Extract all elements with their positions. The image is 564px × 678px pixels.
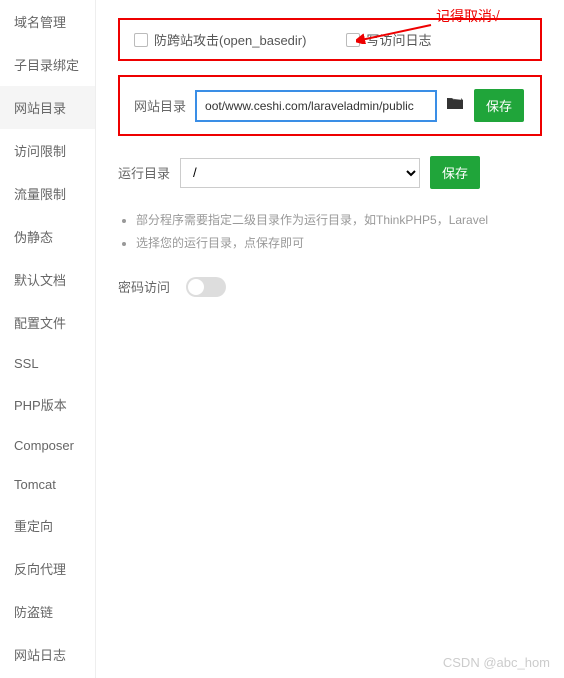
annotation-text: 记得取消√ — [436, 6, 500, 26]
checkbox-icon[interactable] — [134, 33, 148, 47]
site-dir-input[interactable] — [196, 91, 436, 121]
sidebar-item-proxy[interactable]: 反向代理 — [0, 547, 95, 590]
save-site-dir-button[interactable]: 保存 — [474, 89, 524, 122]
sidebar-item-config[interactable]: 配置文件 — [0, 301, 95, 344]
sidebar-item-tomcat[interactable]: Tomcat — [0, 465, 95, 504]
note-item: 选择您的运行目录，点保存即可 — [136, 232, 542, 255]
run-dir-row: 运行目录 / 保存 — [118, 156, 542, 189]
sidebar: 域名管理 子目录绑定 网站目录 访问限制 流量限制 伪静态 默认文档 配置文件 … — [0, 0, 96, 678]
password-access-label: 密码访问 — [118, 277, 170, 296]
open-basedir-label: 防跨站攻击(open_basedir) — [154, 30, 306, 49]
access-log-label: 写访问日志 — [366, 30, 431, 49]
sidebar-item-sitelog[interactable]: 网站日志 — [0, 633, 95, 676]
sidebar-item-antileech[interactable]: 防盗链 — [0, 590, 95, 633]
main-panel: 记得取消√ 防跨站攻击(open_basedir) 写访问日志 网站目录 保存 — [96, 0, 564, 678]
note-item: 部分程序需要指定二级目录作为运行目录，如ThinkPHP5，Laravel — [136, 209, 542, 232]
sidebar-item-access-limit[interactable]: 访问限制 — [0, 129, 95, 172]
watermark: CSDN @abc_hom — [443, 655, 550, 670]
checkbox-icon[interactable] — [346, 33, 360, 47]
sidebar-item-default-doc[interactable]: 默认文档 — [0, 258, 95, 301]
sidebar-item-rewrite[interactable]: 伪静态 — [0, 215, 95, 258]
run-dir-select[interactable]: / — [180, 158, 420, 188]
sidebar-item-domain[interactable]: 域名管理 — [0, 0, 95, 43]
folder-icon[interactable] — [446, 96, 464, 115]
run-dir-label: 运行目录 — [118, 163, 170, 182]
notes-list: 部分程序需要指定二级目录作为运行目录，如ThinkPHP5，Laravel 选择… — [118, 209, 542, 255]
site-dir-label: 网站目录 — [134, 96, 186, 115]
sidebar-item-redirect[interactable]: 重定向 — [0, 504, 95, 547]
save-run-dir-button[interactable]: 保存 — [430, 156, 480, 189]
sidebar-item-composer[interactable]: Composer — [0, 426, 95, 465]
sidebar-item-subdir[interactable]: 子目录绑定 — [0, 43, 95, 86]
sidebar-item-php[interactable]: PHP版本 — [0, 383, 95, 426]
password-access-row: 密码访问 — [118, 277, 542, 297]
access-log-option[interactable]: 写访问日志 — [346, 30, 431, 49]
sidebar-item-sitedir[interactable]: 网站目录 — [0, 86, 95, 129]
highlight-box-sitedir: 网站目录 保存 — [118, 75, 542, 136]
sidebar-item-ssl[interactable]: SSL — [0, 344, 95, 383]
open-basedir-option[interactable]: 防跨站攻击(open_basedir) — [134, 30, 306, 49]
password-access-toggle[interactable] — [186, 277, 226, 297]
sidebar-item-traffic-limit[interactable]: 流量限制 — [0, 172, 95, 215]
